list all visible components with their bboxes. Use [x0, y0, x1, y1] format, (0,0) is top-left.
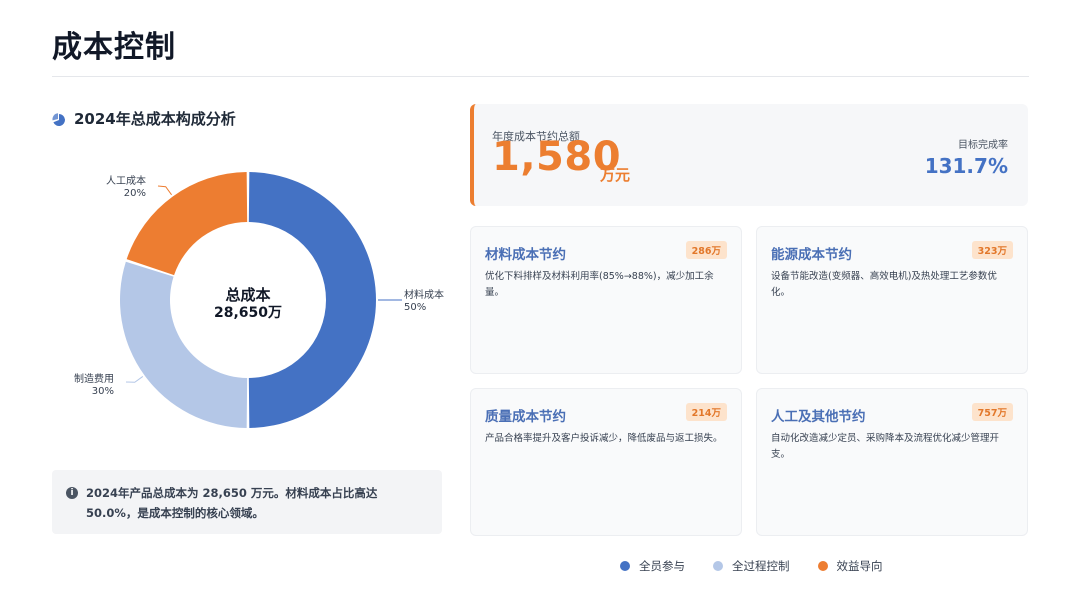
slice-label-manufacturing: 制造费用 30% — [74, 374, 114, 398]
slice-label-labor: 人工成本 20% — [106, 176, 146, 200]
legend-item: 全员参与 — [620, 558, 685, 574]
card-badge: 757万 — [971, 403, 1013, 421]
slice-label-material: 材料成本 50% — [404, 290, 444, 314]
note-text: 2024年产品总成本为 28,650 万元。材料成本占比高达 50.0%，是成本… — [86, 486, 378, 520]
legend-dot — [620, 561, 630, 571]
legend-item: 效益导向 — [817, 558, 883, 574]
slice-percent: 50% — [404, 302, 427, 313]
legend: 全员参与 全过程控制 效益导向 — [620, 558, 883, 574]
slice-name: 材料成本 — [404, 290, 444, 301]
card-title: 质量成本节约 — [485, 409, 566, 425]
savings-summary: 年度成本节约总额 1,580 万元 目标完成率 131.7% — [470, 104, 1028, 206]
slice-name: 人工成本 — [106, 176, 146, 187]
legend-label: 效益导向 — [836, 559, 883, 573]
pie-chart-icon — [52, 112, 66, 126]
card-badge: 323万 — [971, 241, 1013, 259]
slice-leader-line — [125, 376, 144, 383]
slice-leader-line — [157, 185, 172, 196]
legend-label: 全过程控制 — [732, 559, 790, 573]
slice-name: 制造费用 — [74, 374, 114, 385]
legend-item: 全过程控制 — [713, 558, 790, 574]
chart-note: i 2024年产品总成本为 28,650 万元。材料成本占比高达 50.0%，是… — [52, 470, 442, 534]
page-title: 成本控制 — [52, 30, 176, 65]
summary-unit: 万元 — [600, 166, 631, 184]
chart-title: 2024年总成本构成分析 — [74, 110, 236, 128]
legend-label: 全员参与 — [639, 559, 685, 573]
card-description: 设备节能改造(变频器、高效电机)及热处理工艺参数优化。 — [771, 271, 997, 298]
card-description: 产品合格率提升及客户投诉减少，降低废品与返工损失。 — [485, 433, 723, 444]
card-title: 人工及其他节约 — [771, 409, 866, 425]
card-title: 材料成本节约 — [485, 247, 566, 263]
card-description: 优化下料排样及材料利用率(85%→88%)，减少加工余量。 — [485, 271, 714, 298]
card-energy-savings: 能源成本节约 323万 设备节能改造(变频器、高效电机)及热处理工艺参数优化。 — [756, 226, 1028, 374]
legend-dot — [713, 561, 723, 571]
card-description: 自动化改造减少定员、采购降本及流程优化减少管理开支。 — [771, 433, 1000, 460]
card-title: 能源成本节约 — [771, 247, 852, 263]
card-badge: 214万 — [685, 403, 727, 421]
info-icon: i — [66, 487, 78, 499]
target-rate-value: 131.7% — [924, 154, 1008, 178]
legend-dot — [817, 561, 828, 571]
card-labor-other-savings: 人工及其他节约 757万 自动化改造减少定员、采购降本及流程优化减少管理开支。 — [756, 388, 1028, 536]
slice-percent: 20% — [123, 188, 146, 199]
slice-percent: 30% — [91, 386, 114, 397]
donut-center-value: 28,650万 — [213, 305, 283, 321]
title-divider — [52, 76, 1029, 77]
card-badge: 286万 — [685, 241, 727, 259]
card-material-savings: 材料成本节约 286万 优化下料排样及材料利用率(85%→88%)，减少加工余量… — [470, 226, 742, 374]
card-quality-savings: 质量成本节约 214万 产品合格率提升及客户投诉减少，降低废品与返工损失。 — [470, 388, 742, 536]
target-rate-label: 目标完成率 — [958, 140, 1008, 151]
page: 成本控制 2024年总成本构成分析 总成本 28,650万 材料成本 50% 制… — [0, 0, 1080, 608]
chart-section-header: 2024年总成本构成分析 — [52, 108, 236, 129]
donut-chart: 总成本 28,650万 材料成本 50% 制造费用 30% 人工成本 20% — [52, 150, 452, 450]
